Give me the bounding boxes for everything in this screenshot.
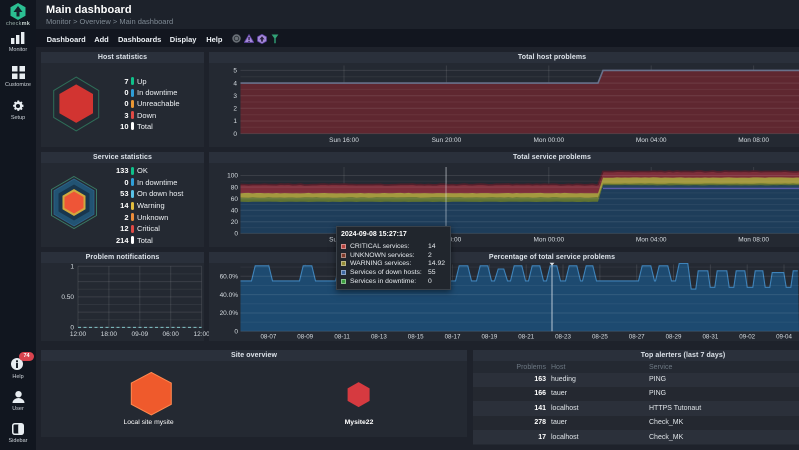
svg-text:0: 0	[234, 231, 238, 238]
svg-text:60: 60	[231, 196, 239, 203]
svg-text:5: 5	[233, 68, 237, 75]
svg-text:Sun 16:00: Sun 16:00	[329, 137, 359, 144]
svg-text:4: 4	[233, 80, 237, 87]
svg-text:Mon 00:00: Mon 00:00	[533, 237, 564, 244]
svg-text:1: 1	[70, 264, 74, 271]
svg-text:08-07: 08-07	[260, 334, 276, 341]
svg-text:Local site mysite: Local site mysite	[123, 419, 173, 426]
svg-text:Mon 08:00: Mon 08:00	[738, 237, 769, 244]
svg-text:0.50: 0.50	[61, 294, 74, 301]
svg-text:Mon 04:00: Mon 04:00	[636, 137, 667, 144]
svg-text:0: 0	[233, 131, 237, 138]
svg-text:20: 20	[231, 219, 239, 226]
svg-text:1: 1	[233, 118, 237, 125]
svg-text:08-15: 08-15	[408, 334, 424, 341]
svg-text:Mon 08:00: Mon 08:00	[738, 137, 769, 144]
svg-text:08-17: 08-17	[445, 334, 461, 341]
svg-text:08-13: 08-13	[371, 334, 387, 341]
svg-text:40: 40	[231, 207, 239, 214]
svg-text:12:00: 12:00	[193, 331, 210, 338]
svg-text:08-09: 08-09	[297, 334, 313, 341]
svg-text:06:00: 06:00	[163, 331, 180, 338]
svg-text:Mon 00:00: Mon 00:00	[533, 137, 564, 144]
svg-text:0: 0	[234, 329, 238, 336]
svg-text:08-27: 08-27	[629, 334, 645, 341]
svg-text:08-25: 08-25	[592, 334, 608, 341]
svg-text:09-02: 09-02	[739, 334, 755, 341]
svg-text:2: 2	[233, 106, 237, 113]
svg-text:08-23: 08-23	[555, 334, 571, 341]
svg-text:100: 100	[227, 173, 238, 180]
svg-text:09-04: 09-04	[776, 334, 792, 341]
svg-text:12:00: 12:00	[70, 331, 87, 338]
svg-text:3: 3	[233, 93, 237, 100]
svg-text:09-09: 09-09	[131, 331, 148, 338]
svg-text:20.0%: 20.0%	[220, 310, 239, 317]
svg-text:08-19: 08-19	[481, 334, 497, 341]
svg-text:08-21: 08-21	[518, 334, 534, 341]
svg-text:08-31: 08-31	[702, 334, 718, 341]
svg-text:08-29: 08-29	[666, 334, 682, 341]
svg-text:40.0%: 40.0%	[220, 292, 239, 299]
svg-text:60.0%: 60.0%	[220, 274, 239, 281]
svg-text:08-11: 08-11	[334, 334, 350, 341]
svg-text:Mon 04:00: Mon 04:00	[636, 237, 667, 244]
svg-text:18:00: 18:00	[101, 331, 118, 338]
svg-text:Sun 20:00: Sun 20:00	[432, 137, 462, 144]
svg-text:Mysite22: Mysite22	[345, 419, 374, 426]
svg-text:80: 80	[231, 184, 239, 191]
